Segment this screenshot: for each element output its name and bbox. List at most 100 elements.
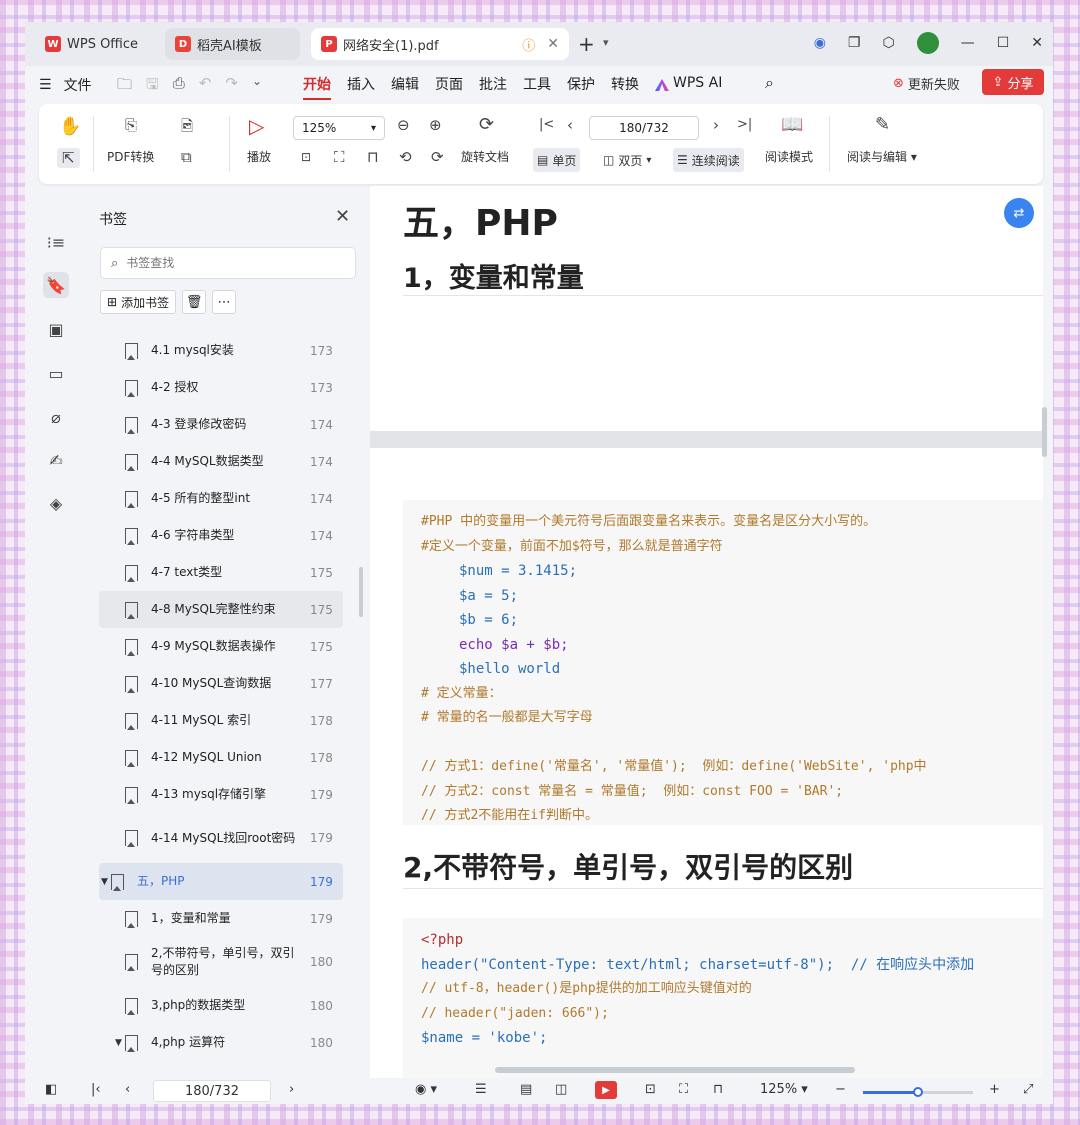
new-tab-icon[interactable]: + (578, 32, 595, 56)
play-button[interactable]: 播放 (247, 148, 271, 165)
tab-template[interactable]: D 稻壳AI模板 (165, 28, 300, 60)
pdf-convert-button[interactable]: PDF转换 (107, 148, 154, 165)
rotate-right-icon[interactable]: ⟳ (431, 148, 444, 166)
warning-icon[interactable]: ⓘ (522, 35, 535, 54)
prev-page-icon[interactable]: ‹ (125, 1082, 130, 1097)
actual-size-icon[interactable]: ⊡ (645, 1082, 656, 1097)
rotate-left-icon[interactable]: ⟲ (399, 148, 412, 166)
close-icon[interactable]: ✕ (335, 206, 350, 227)
print-icon[interactable]: ⎙ (173, 74, 185, 99)
bookmark-item[interactable]: 4-9 MySQL数据表操作 175 (99, 628, 343, 665)
fit-width-icon[interactable]: ⊓ (367, 148, 379, 166)
zoom-out-icon[interactable]: ⊖ (397, 116, 410, 134)
continuous-read-button[interactable]: ☰ 连续阅读 (673, 148, 744, 172)
open-folder-icon[interactable]: 🗀 (117, 74, 132, 99)
double-page-icon[interactable]: ◫ (555, 1082, 567, 1097)
minimize-icon[interactable]: — (961, 35, 975, 51)
play-button[interactable]: ▶ (595, 1081, 617, 1099)
thumbnail-icon[interactable]: ▣ (43, 316, 69, 342)
zoom-in-icon[interactable]: ⊕ (429, 116, 442, 134)
fit-width-icon[interactable]: ⊓ (713, 1082, 723, 1097)
single-page-icon[interactable]: ▤ (520, 1082, 532, 1097)
close-tab-icon[interactable]: ✕ (547, 36, 559, 52)
expand-arrow-icon[interactable]: ▼ (101, 877, 109, 887)
bookmark-item[interactable]: 4-2 授权 173 (99, 369, 343, 406)
pdf-convert-icon[interactable]: ⎘ (125, 116, 137, 134)
bookmark-item[interactable]: 4-12 MySQL Union 178 (99, 739, 343, 776)
bookmark-item[interactable]: 4-10 MySQL查询数据 177 (99, 665, 343, 702)
bookmark-item[interactable]: 4-7 text类型 175 (99, 554, 343, 591)
search-icon[interactable]: ⌕ (765, 73, 774, 93)
more-options-button[interactable]: ⋯ (212, 290, 237, 314)
panel-scrollbar[interactable] (359, 567, 363, 617)
double-page-button[interactable]: ◫ 双页 ▾ (599, 148, 655, 172)
chevron-down-icon[interactable]: ▾ (603, 36, 609, 49)
eye-icon[interactable]: ◉ ▾ (415, 1082, 437, 1097)
toggle-sidebar-icon[interactable]: ◧ (45, 1082, 57, 1097)
share-button[interactable]: ⇪ 分享 (982, 69, 1044, 95)
maximize-icon[interactable]: ☐ (997, 35, 1010, 51)
book-icon[interactable]: 📖 (781, 114, 803, 135)
copy-icon[interactable]: ⧉ (181, 148, 192, 166)
cube-icon[interactable]: ⬡ (882, 35, 894, 51)
tab-insert[interactable]: 插入 (347, 74, 375, 100)
update-failed-status[interactable]: ⊗ 更新失败 (893, 74, 960, 93)
first-page-icon[interactable]: |‹ (91, 1082, 101, 1097)
bookmark-item[interactable]: 4-11 MySQL 索引 178 (99, 702, 343, 739)
bookmark-item[interactable]: 4-8 MySQL完整性约束 175 (99, 591, 343, 628)
avatar[interactable] (916, 32, 939, 54)
close-window-icon[interactable]: ✕ (1031, 35, 1043, 51)
attachment-icon[interactable]: ⌀ (43, 404, 69, 430)
edit-page-icon[interactable]: ✎ (875, 114, 890, 135)
zoom-slider-knob[interactable] (913, 1087, 923, 1097)
delete-bookmark-button[interactable]: 🗑 (182, 290, 207, 314)
file-menu[interactable]: ☰ 文件 (39, 75, 92, 95)
tab-protect[interactable]: 保护 (567, 74, 595, 100)
save-icon[interactable]: 🖫 (146, 74, 159, 99)
redo-icon[interactable]: ↷ (225, 74, 238, 99)
expand-arrow-icon[interactable]: ▼ (115, 1038, 123, 1048)
last-page-icon[interactable]: >| (737, 117, 752, 132)
tab-comment[interactable]: 批注 (479, 74, 507, 100)
actual-size-icon[interactable]: ⊡ (301, 150, 311, 164)
bookmark-item[interactable]: 4-13 mysql存储引擎 179 (99, 776, 343, 813)
add-bookmark-button[interactable]: ⊞ 添加书签 (100, 290, 177, 314)
bookmark-item-selected[interactable]: ▼ 五，PHP 179 (99, 863, 343, 900)
status-zoom[interactable]: 125% ▾ (760, 1082, 808, 1097)
play-icon[interactable]: ▷ (249, 114, 264, 138)
rotate-doc-icon[interactable]: ⟳ (479, 114, 494, 135)
bookmark-icon[interactable]: 🔖 (43, 272, 69, 298)
bookmark-item[interactable]: 4.1 mysql安装 173 (99, 332, 343, 369)
tab-page[interactable]: 页面 (435, 74, 463, 100)
translate-float-icon[interactable]: ⇄ (1004, 198, 1034, 228)
horizontal-scrollbar[interactable] (495, 1067, 855, 1073)
read-edit-button[interactable]: 阅读与编辑 ▾ (847, 148, 917, 165)
bookmark-item[interactable]: 3,php的数据类型 180 (99, 987, 343, 1024)
fit-page-icon[interactable]: ⛶ (334, 148, 345, 166)
chevron-down-icon[interactable]: ⌄ (252, 74, 262, 99)
tab-home[interactable]: 开始 (303, 74, 331, 100)
bookmark-item[interactable]: 1，变量和常量 179 (99, 900, 343, 937)
wps-ai-button[interactable]: WPS AI (655, 74, 722, 100)
bookmark-item[interactable]: 4-14 MySQL找回root密码 179 (99, 813, 343, 863)
bookmark-item[interactable]: 4-6 字符串类型 174 (99, 517, 343, 554)
image-icon[interactable]: 🖻 (181, 116, 193, 141)
window-tabs-icon[interactable]: ❐ (848, 35, 861, 51)
fullscreen-icon[interactable]: ⤢ (1023, 1082, 1033, 1097)
continuous-view-icon[interactable]: ☰ (475, 1082, 487, 1097)
bookmark-search[interactable]: ⌕ (100, 247, 356, 279)
ai-assistant-icon[interactable]: ◉ (814, 35, 826, 51)
bookmark-item[interactable]: 4-3 登录修改密码 174 (99, 406, 343, 443)
tab-tools[interactable]: 工具 (523, 74, 551, 100)
tab-convert[interactable]: 转换 (611, 74, 639, 100)
bookmark-search-input[interactable] (126, 256, 327, 270)
tab-edit[interactable]: 编辑 (391, 74, 419, 100)
bookmark-item[interactable]: 4-4 MySQL数据类型 174 (99, 443, 343, 480)
page-number-field[interactable]: 180/732 (589, 116, 699, 140)
fit-page-icon[interactable]: ⛶ (679, 1082, 688, 1097)
prev-page-icon[interactable]: ‹ (567, 116, 573, 134)
bookmark-item[interactable]: ▼ 4,php 运算符 180 (99, 1024, 343, 1061)
outline-icon[interactable]: ⁝≡ (43, 229, 69, 255)
bookmark-item[interactable]: 4-5 所有的整型int 174 (99, 480, 343, 517)
zoom-select[interactable]: 125% ▾ (293, 116, 385, 140)
